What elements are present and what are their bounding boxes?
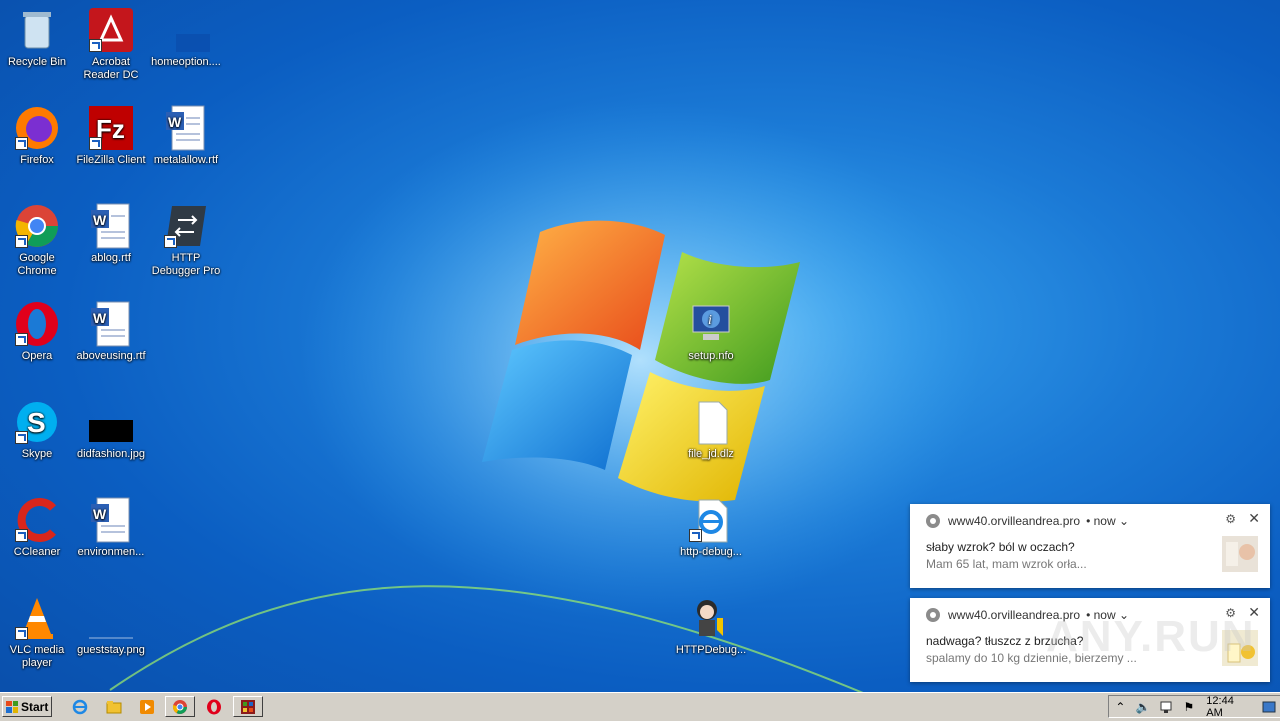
word-document-icon: W — [162, 104, 210, 152]
acrobat-icon — [87, 6, 135, 54]
desktop-icon-httpdebuggerpro[interactable]: HTTP Debugger Pro — [149, 202, 223, 278]
folder-icon — [106, 700, 122, 713]
desktop-icon-environment[interactable]: W environmen... — [74, 496, 148, 559]
word-document-icon: W — [87, 202, 135, 250]
desktop-icon-recycle-bin[interactable]: Recycle Bin — [0, 6, 74, 69]
media-player-icon — [140, 699, 154, 714]
desktop-icon-homeoption[interactable]: homeoption.... — [149, 6, 223, 69]
chrome-icon — [172, 699, 187, 714]
taskbar-opera-button[interactable] — [202, 696, 226, 717]
clock[interactable]: 12:44 AM — [1206, 695, 1249, 719]
desktop-icon-gueststay[interactable]: gueststay.png — [74, 594, 148, 657]
desktop-icon-opera[interactable]: Opera — [0, 300, 74, 363]
taskbar: Start ⌃ 🔈 ⚑ 12:44 AM — [0, 692, 1280, 721]
watermark: ANY.RUN — [1046, 612, 1256, 661]
windows-logo-icon — [6, 700, 18, 713]
svg-text:W: W — [93, 212, 107, 228]
desktop-icon-aboveusing[interactable]: W aboveusing.rtf — [74, 300, 148, 363]
word-document-icon: W — [87, 496, 135, 544]
system-tray: ⌃ 🔈 ⚑ 12:44 AM — [1108, 695, 1280, 719]
opera-icon — [13, 300, 61, 348]
desktop-icon-ccleaner[interactable]: CCleaner — [0, 496, 74, 559]
opera-icon — [207, 699, 221, 714]
show-hidden-icons-icon[interactable]: ⌃ — [1113, 699, 1128, 715]
generic-file-icon — [687, 398, 735, 446]
desktop-icon-skype[interactable]: S Skype — [0, 398, 74, 461]
svg-text:S: S — [27, 407, 46, 438]
svg-text:W: W — [93, 310, 107, 326]
action-center-flag-icon[interactable]: ⚑ — [1182, 699, 1197, 715]
notification-title: słaby wzrok? ból w oczach? — [926, 540, 1075, 554]
taskbar-media-player-button[interactable] — [135, 696, 159, 717]
notification-thumbnail — [1222, 536, 1258, 572]
chrome-small-icon — [926, 608, 940, 622]
taskbar-explorer-button[interactable] — [102, 696, 126, 717]
taskbar-chrome-button[interactable] — [165, 696, 195, 717]
desktop-icon-setupinfo[interactable]: i setup.nfo — [674, 300, 748, 363]
notification-body: Mam 65 lat, mam wzrok orła... — [926, 557, 1087, 571]
desktop-icon-vlc[interactable]: VLC media player — [0, 594, 74, 670]
taskbar-ie-button[interactable] — [68, 696, 92, 717]
chrome-icon — [13, 202, 61, 250]
skype-icon: S — [13, 398, 61, 446]
internet-explorer-icon — [687, 496, 735, 544]
filezilla-icon: Fz — [87, 104, 135, 152]
desktop-icon-chrome[interactable]: Google Chrome — [0, 202, 74, 278]
http-debugger-icon — [162, 202, 210, 250]
vlc-cone-icon — [13, 594, 61, 642]
notification-toast[interactable]: www40.orvilleandrea.pro • now ⌄ ⚙ ✕ słab… — [910, 504, 1270, 588]
recycle-bin-icon — [13, 6, 61, 54]
volume-icon[interactable]: 🔈 — [1136, 699, 1151, 715]
desktop-icon-ablog[interactable]: W ablog.rtf — [74, 202, 148, 265]
desktop-icon-metalallow[interactable]: W metalallow.rtf — [149, 104, 223, 167]
system-info-icon: i — [687, 300, 735, 348]
image-file-icon — [87, 594, 135, 642]
archive-app-icon — [241, 699, 255, 714]
desktop-icon-didfashion[interactable]: didfashion.jpg — [74, 398, 148, 461]
settings-gear-icon[interactable]: ⚙ — [1225, 512, 1236, 526]
close-icon[interactable]: ✕ — [1248, 510, 1260, 527]
taskbar-app-button[interactable] — [233, 696, 263, 717]
desktop-icon-firefox[interactable]: Firefox — [0, 104, 74, 167]
firefox-icon — [13, 104, 61, 152]
svg-text:W: W — [93, 506, 107, 522]
desktop-icon-filezilla[interactable]: Fz FileZilla Client — [74, 104, 148, 167]
svg-text:W: W — [168, 114, 182, 130]
desktop-icon-httpdebug[interactable]: http-debug... — [674, 496, 748, 559]
svg-text:i: i — [708, 313, 712, 328]
chrome-small-icon — [926, 514, 940, 528]
internet-explorer-icon — [72, 699, 88, 714]
notification-source: www40.orvilleandrea.pro • now ⌄ — [926, 514, 1129, 528]
word-document-icon: W — [87, 300, 135, 348]
show-desktop-icon[interactable] — [1261, 699, 1276, 715]
desktop-icon-filejd[interactable]: file_jd.dlz — [674, 398, 748, 461]
image-file-icon — [87, 398, 135, 446]
start-button[interactable]: Start — [2, 696, 52, 717]
network-icon[interactable] — [1159, 699, 1174, 715]
http-debugger-character-icon — [687, 594, 735, 642]
desktop-icon-acrobat[interactable]: Acrobat Reader DC — [74, 6, 148, 82]
image-file-icon — [162, 6, 222, 54]
desktop-icon-httpdebugger2[interactable]: HTTPDebug... — [674, 594, 748, 657]
ccleaner-icon — [13, 496, 61, 544]
